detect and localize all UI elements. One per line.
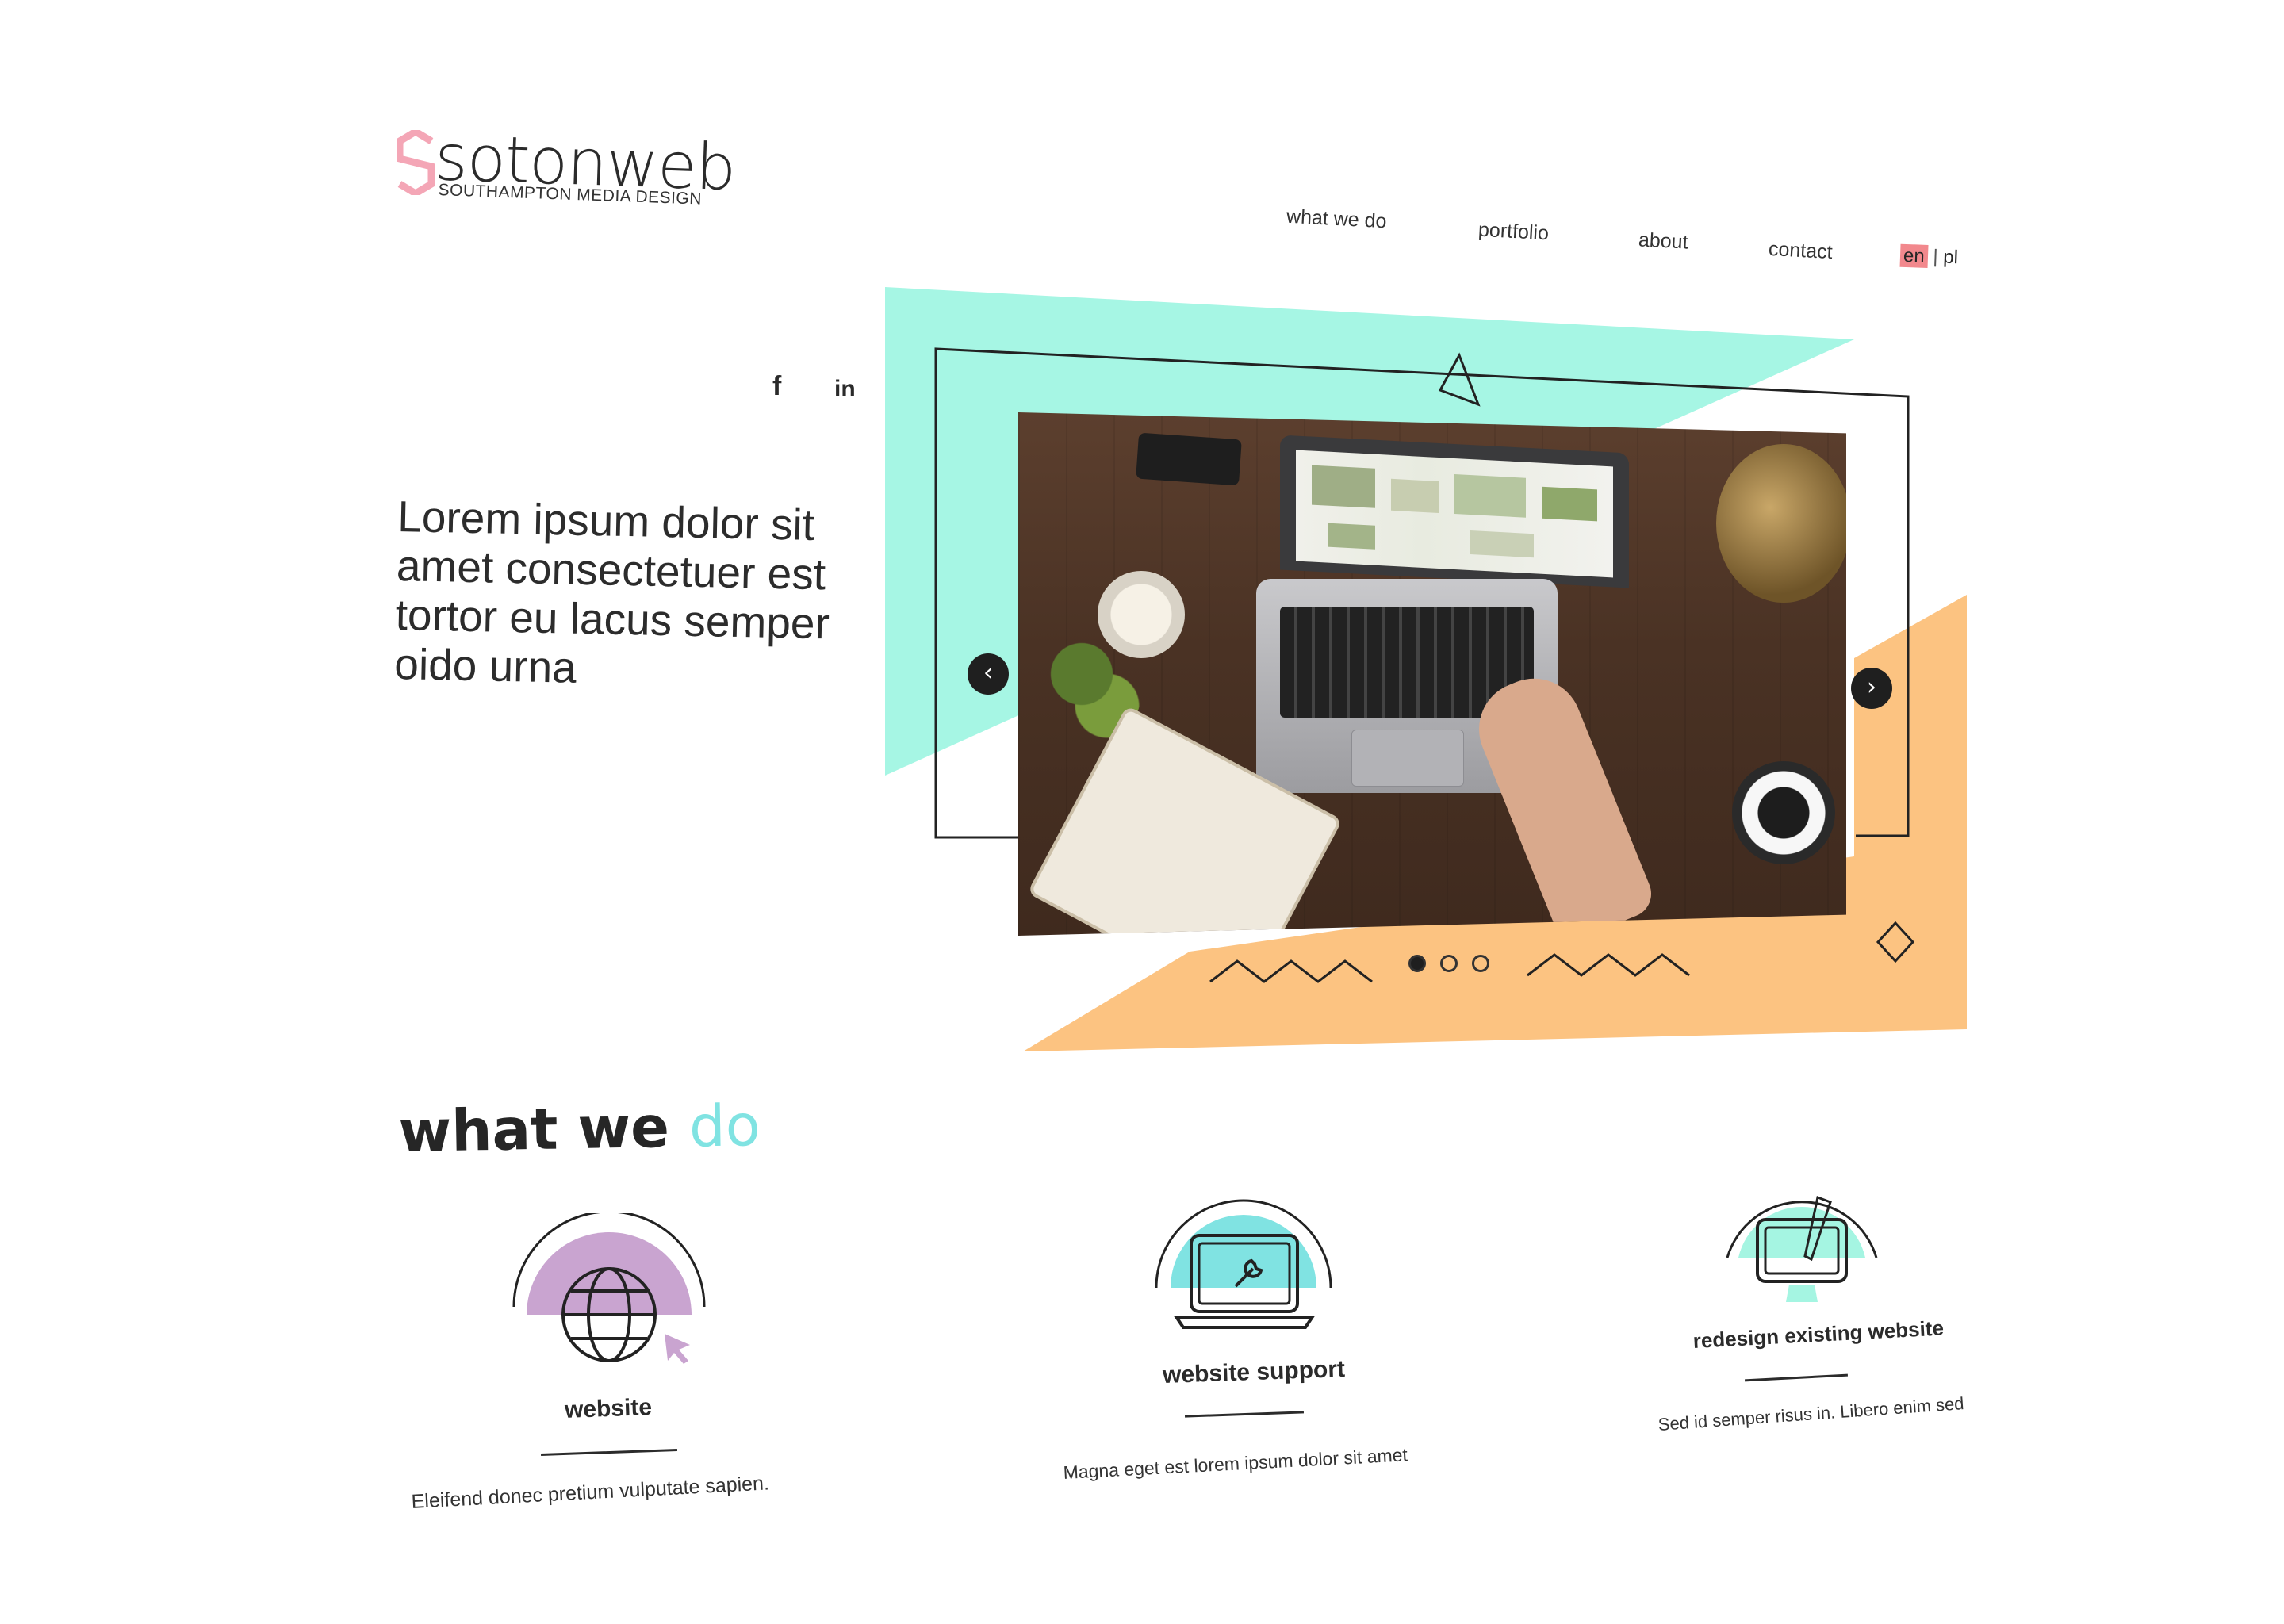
linkedin-icon[interactable]: in — [834, 376, 856, 403]
hero-line: amet consectetuer est — [396, 540, 826, 599]
slider-dot-1[interactable] — [1408, 955, 1426, 972]
hero-slide-image — [1018, 412, 1846, 936]
laptop-display — [1296, 450, 1613, 578]
service-name: website — [564, 1394, 653, 1423]
section-title: what we do — [398, 1092, 761, 1165]
hero-line: tortor eu lacus semper — [395, 589, 830, 649]
globe-cursor-icon — [512, 1213, 706, 1364]
tablet-brush-icon — [1726, 1195, 1878, 1302]
lamp-object — [1716, 444, 1846, 603]
nav-contact[interactable]: contact — [1768, 238, 1833, 264]
lang-pl[interactable]: pl — [1943, 247, 1959, 269]
laptop-trackpad — [1351, 730, 1464, 787]
lang-separator: | — [1932, 246, 1939, 268]
s-hexagon-logo-icon — [397, 130, 435, 195]
section-title-main: what we — [398, 1094, 670, 1165]
language-switcher: en | pl — [1899, 243, 1959, 270]
hero-headline: Lorem ipsum dolor sit amet consectetuer … — [394, 492, 842, 698]
slider-dot-2[interactable] — [1440, 955, 1458, 972]
coffee-cup-object — [1732, 761, 1835, 864]
lang-en[interactable]: en — [1899, 243, 1929, 268]
hero-line: oido urna — [393, 638, 577, 692]
slider-dot-3[interactable] — [1472, 955, 1489, 972]
speaker-object — [1136, 432, 1242, 486]
facebook-icon[interactable]: f — [772, 371, 781, 402]
logo[interactable]: sotonweb SOUTHAMPTON MEDIA DESIGN — [397, 121, 737, 213]
chevron-right-icon[interactable]: › — [1851, 668, 1892, 709]
chevron-left-icon[interactable]: ‹ — [968, 653, 1009, 695]
laptop-wrench-icon — [1155, 1199, 1332, 1329]
page: sotonweb SOUTHAMPTON MEDIA DESIGN what w… — [0, 0, 2284, 1624]
nav-about[interactable]: about — [1638, 228, 1688, 254]
section-title-accent: do — [688, 1092, 761, 1160]
hero-line: Lorem ipsum dolor sit — [397, 492, 815, 550]
nav-portfolio[interactable]: portfolio — [1477, 219, 1549, 246]
